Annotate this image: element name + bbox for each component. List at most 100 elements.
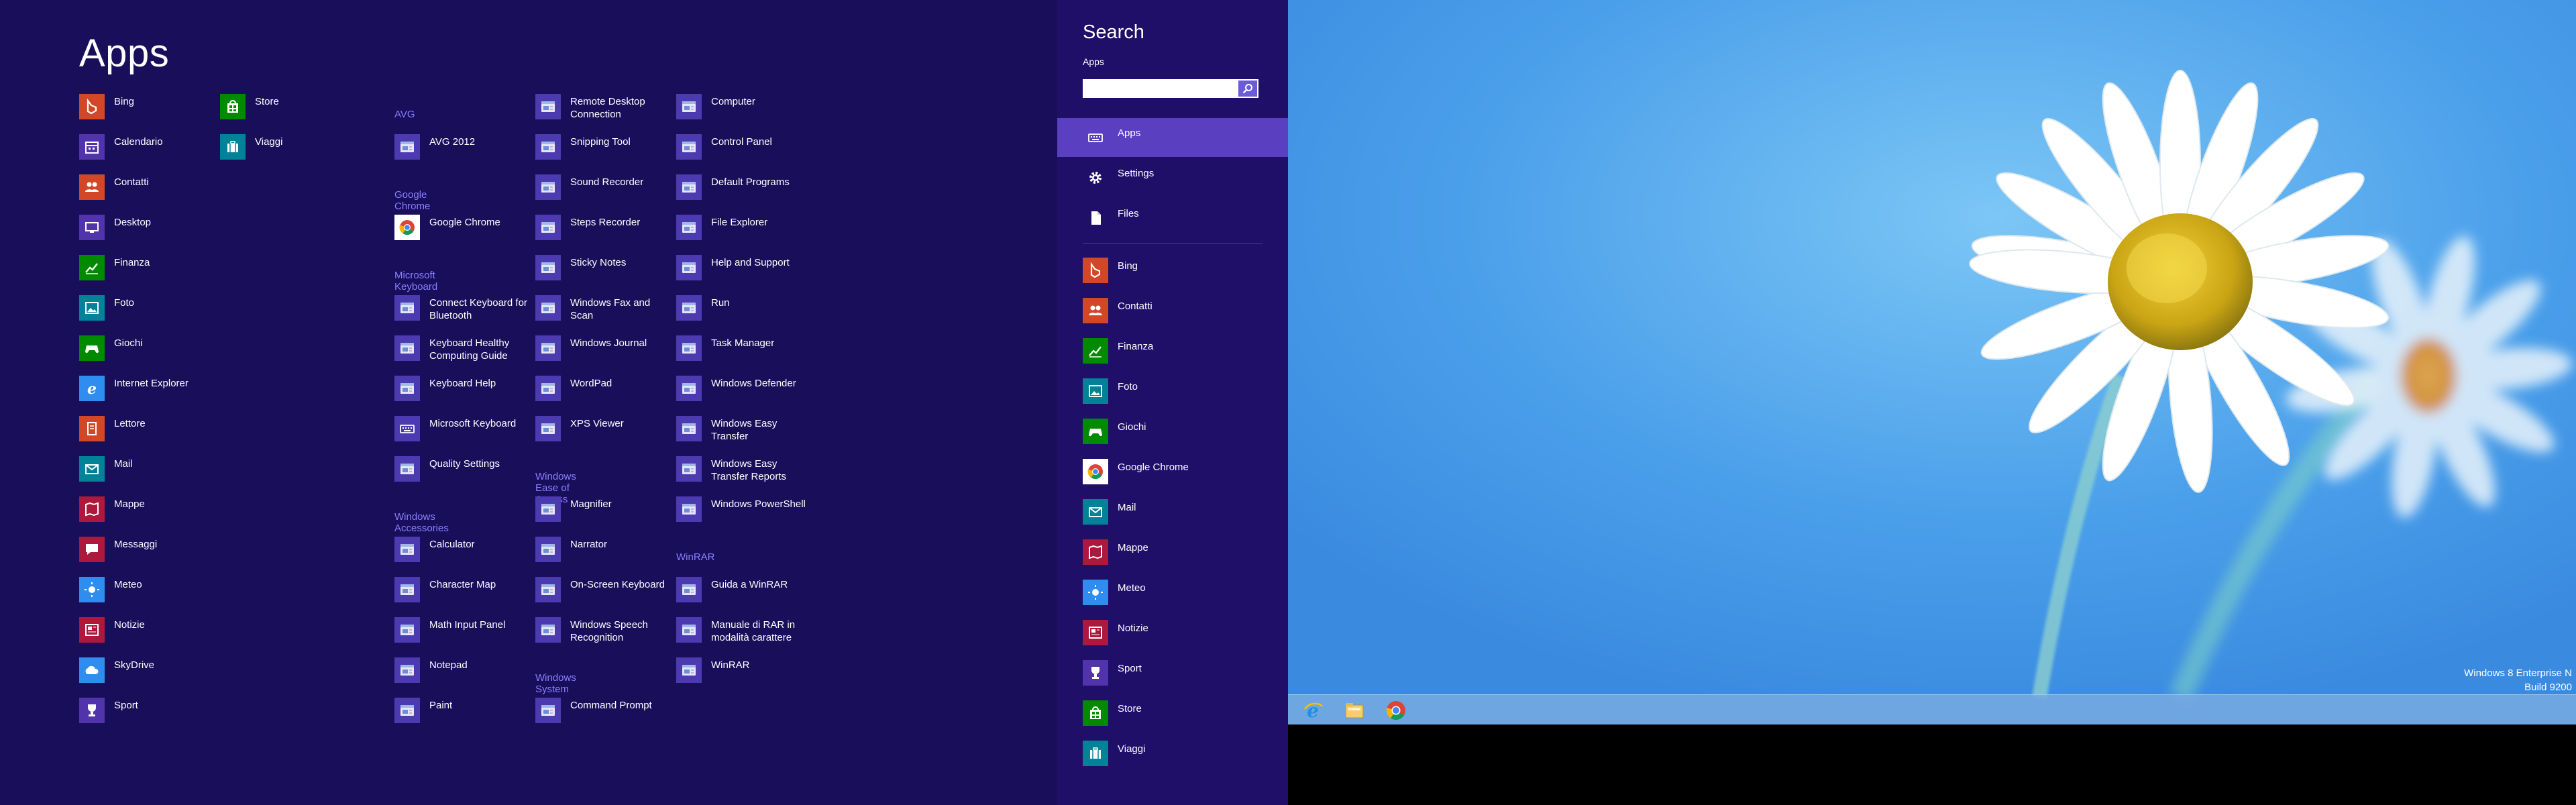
app-tile-google-chrome[interactable]: Google Chrome	[394, 215, 530, 248]
taskbar-file-explorer-button[interactable]	[1335, 698, 1374, 723]
app-tile-meteo[interactable]: Meteo	[79, 577, 215, 610]
app-tile-viaggi[interactable]: Viaggi	[220, 134, 356, 168]
search-result-label: Foto	[1118, 381, 1138, 392]
app-tile-narrator[interactable]: Narrator	[535, 537, 671, 570]
app-tile-skydrive[interactable]: SkyDrive	[79, 657, 215, 691]
taskbar-internet-explorer-button[interactable]: e	[1293, 698, 1332, 723]
app-tile-windows-fax-and-scan[interactable]: Windows Fax and Scan	[535, 295, 671, 329]
search-title: Search	[1083, 21, 1144, 43]
app-tile-giochi[interactable]: Giochi	[79, 335, 215, 369]
app-tile-internet-explorer[interactable]: e Internet Explorer	[79, 376, 215, 409]
app-tile-file-explorer[interactable]: File Explorer	[676, 215, 812, 248]
search-result-viaggi[interactable]: Viaggi	[1057, 734, 1288, 773]
search-result-contatti[interactable]: Contatti	[1057, 291, 1288, 330]
app-tile-calculator[interactable]: Calculator	[394, 537, 530, 570]
app-tile-notepad[interactable]: Notepad	[394, 657, 530, 691]
search-result-bing[interactable]: Bing	[1057, 251, 1288, 290]
app-tile-store[interactable]: Store	[220, 94, 356, 127]
app-label: Calculator	[429, 539, 475, 550]
app-tile-sport[interactable]: Sport	[79, 698, 215, 731]
xps-viewer-icon	[535, 416, 561, 441]
search-scope-label: Apps	[1083, 56, 1104, 67]
app-label: Connect Keyboard for Bluetooth	[429, 297, 527, 321]
chrome-icon	[1386, 701, 1405, 720]
search-category-files[interactable]: Files	[1057, 199, 1288, 237]
quality-settings-icon	[394, 456, 420, 482]
winrar-icon	[676, 657, 702, 683]
taskbar-google-chrome-button[interactable]	[1377, 698, 1415, 723]
app-tile-windows-easy-transfer-reports[interactable]: Windows Easy Transfer Reports	[676, 456, 812, 490]
app-tile-manuale-di-rar-in-modalit-carattere[interactable]: Manuale di RAR in modalità carattere	[676, 617, 812, 651]
app-label: File Explorer	[711, 217, 768, 228]
app-tile-microsoft-keyboard[interactable]: Microsoft Keyboard	[394, 416, 530, 449]
app-tile-help-and-support[interactable]: Help and Support	[676, 255, 812, 288]
taskbar: e	[1288, 694, 2576, 724]
app-tile-finanza[interactable]: Finanza	[79, 255, 215, 288]
search-result-google-chrome[interactable]: Google Chrome	[1057, 452, 1288, 491]
app-tile-mail[interactable]: Mail	[79, 456, 215, 490]
app-tile-steps-recorder[interactable]: Steps Recorder	[535, 215, 671, 248]
app-tile-contatti[interactable]: Contatti	[79, 174, 215, 208]
app-tile-computer[interactable]: Computer	[676, 94, 812, 127]
app-tile-default-programs[interactable]: Default Programs	[676, 174, 812, 208]
app-tile-math-input-panel[interactable]: Math Input Panel	[394, 617, 530, 651]
app-tile-windows-defender[interactable]: Windows Defender	[676, 376, 812, 409]
search-result-notizie[interactable]: Notizie	[1057, 613, 1288, 652]
search-button[interactable]	[1238, 80, 1257, 97]
group-header-microsoft-keyboard: Microsoft Keyboard	[394, 270, 438, 292]
app-tile-sticky-notes[interactable]: Sticky Notes	[535, 255, 671, 288]
search-result-foto[interactable]: Foto	[1057, 372, 1288, 411]
app-tile-on-screen-keyboard[interactable]: On-Screen Keyboard	[535, 577, 671, 610]
app-label: Calendario	[114, 136, 163, 148]
app-tile-run[interactable]: Run	[676, 295, 812, 329]
app-tile-avg-2012[interactable]: AVG 2012	[394, 134, 530, 168]
app-tile-quality-settings[interactable]: Quality Settings	[394, 456, 530, 490]
secondary-black-area	[1288, 724, 2576, 805]
steps-recorder-icon	[535, 215, 561, 240]
app-tile-windows-journal[interactable]: Windows Journal	[535, 335, 671, 369]
app-tile-foto[interactable]: Foto	[79, 295, 215, 329]
app-tile-winrar[interactable]: WinRAR	[676, 657, 812, 691]
app-tile-xps-viewer[interactable]: XPS Viewer	[535, 416, 671, 449]
search-category-apps[interactable]: Apps	[1057, 118, 1288, 157]
search-result-mail[interactable]: Mail	[1057, 492, 1288, 531]
search-result-label: Meteo	[1118, 582, 1146, 594]
app-tile-guida-a-winrar[interactable]: Guida a WinRAR	[676, 577, 812, 610]
app-label: Windows Journal	[570, 337, 647, 349]
app-tile-task-manager[interactable]: Task Manager	[676, 335, 812, 369]
app-tile-lettore[interactable]: Lettore	[79, 416, 215, 449]
app-tile-keyboard-help[interactable]: Keyboard Help	[394, 376, 530, 409]
app-tile-magnifier[interactable]: Magnifier	[535, 496, 671, 530]
app-tile-paint[interactable]: Paint	[394, 698, 530, 731]
app-tile-notizie[interactable]: Notizie	[79, 617, 215, 651]
app-label: Windows Speech Recognition	[570, 619, 648, 643]
search-result-mappe[interactable]: Mappe	[1057, 533, 1288, 572]
app-tile-windows-speech-recognition[interactable]: Windows Speech Recognition	[535, 617, 671, 651]
search-result-store[interactable]: Store	[1057, 694, 1288, 733]
mail-icon	[1083, 499, 1108, 525]
app-tile-wordpad[interactable]: WordPad	[535, 376, 671, 409]
app-tile-desktop[interactable]: Desktop	[79, 215, 215, 248]
app-tile-snipping-tool[interactable]: Snipping Tool	[535, 134, 671, 168]
app-tile-calendario[interactable]: Calendario	[79, 134, 215, 168]
search-category-settings[interactable]: Settings	[1057, 158, 1288, 197]
search-result-meteo[interactable]: Meteo	[1057, 573, 1288, 612]
app-tile-keyboard-healthy-computing-guide[interactable]: Keyboard Healthy Computing Guide	[394, 335, 530, 369]
app-tile-windows-easy-transfer[interactable]: Windows Easy Transfer	[676, 416, 812, 449]
app-tile-bing[interactable]: Bing	[79, 94, 215, 127]
group-header-google-chrome: Google Chrome	[394, 189, 431, 212]
app-tile-remote-desktop-connection[interactable]: Remote Desktop Connection	[535, 94, 671, 127]
app-tile-sound-recorder[interactable]: Sound Recorder	[535, 174, 671, 208]
app-tile-character-map[interactable]: Character Map	[394, 577, 530, 610]
app-tile-connect-keyboard-for-bluetooth[interactable]: Connect Keyboard for Bluetooth	[394, 295, 530, 329]
app-tile-windows-powershell[interactable]: Windows PowerShell	[676, 496, 812, 530]
app-tile-command-prompt[interactable]: Command Prompt	[535, 698, 671, 731]
app-tile-messaggi[interactable]: Messaggi	[79, 537, 215, 570]
app-tile-mappe[interactable]: Mappe	[79, 496, 215, 530]
search-result-sport[interactable]: Sport	[1057, 653, 1288, 692]
search-input[interactable]	[1084, 80, 1236, 97]
search-result-finanza[interactable]: Finanza	[1057, 331, 1288, 370]
app-tile-control-panel[interactable]: Control Panel	[676, 134, 812, 168]
search-result-giochi[interactable]: Giochi	[1057, 412, 1288, 451]
app-label: Help and Support	[711, 257, 790, 268]
